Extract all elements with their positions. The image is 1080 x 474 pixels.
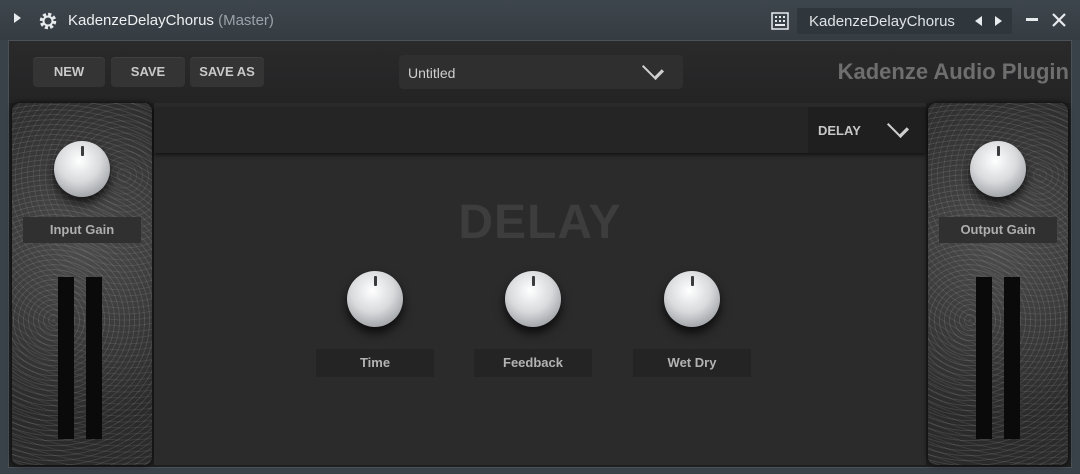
keyboard-grid-icon[interactable] xyxy=(771,12,789,30)
output-gain-label: Output Gain xyxy=(939,217,1057,243)
time-knob[interactable] xyxy=(347,271,403,327)
preset-dropdown[interactable]: Untitled xyxy=(399,55,683,89)
effect-mode-label: DELAY xyxy=(818,123,861,138)
output-panel: Output Gain xyxy=(928,103,1068,465)
knob-indicator xyxy=(80,146,84,156)
knob-indicator xyxy=(373,276,377,286)
window-title: KadenzeDelayChorus (Master) xyxy=(68,12,274,29)
input-gain-label: Input Gain xyxy=(23,217,141,243)
save-button[interactable]: SAVE xyxy=(111,57,185,87)
previous-preset-icon[interactable] xyxy=(975,16,982,26)
preset-dropdown-label: Untitled xyxy=(408,65,456,81)
window-preset-label: KadenzeDelayChorus xyxy=(809,13,955,30)
save-as-button[interactable]: SAVE AS xyxy=(190,57,264,87)
input-gain-knob[interactable] xyxy=(54,141,110,197)
feedback-label: Feedback xyxy=(474,349,592,377)
knob-indicator xyxy=(690,276,694,286)
knob-indicator xyxy=(531,276,535,286)
output-gain-knob[interactable] xyxy=(970,141,1026,197)
gear-icon[interactable] xyxy=(38,11,58,31)
next-preset-icon[interactable] xyxy=(995,16,1002,26)
brand-title: Kadenze Audio Plugin xyxy=(837,59,1069,84)
close-icon[interactable] xyxy=(1049,10,1069,30)
chevron-down-icon xyxy=(886,115,910,139)
time-label: Time xyxy=(316,349,434,377)
output-meter-right xyxy=(1004,277,1020,439)
plugin-header: NEW SAVE SAVE AS Untitled Kadenze Audio … xyxy=(9,41,1071,103)
expand-arrow-icon[interactable] xyxy=(14,13,21,23)
window-title-name: KadenzeDelayChorus xyxy=(68,12,214,29)
wet-dry-knob[interactable] xyxy=(664,271,720,327)
input-panel: Input Gain xyxy=(12,103,152,465)
wet-dry-label: Wet Dry xyxy=(633,349,751,377)
window-title-suffix: (Master) xyxy=(218,12,274,29)
effect-panel: DELAY DELAY Time Feedback Wet Dry xyxy=(154,103,926,465)
input-meter-right xyxy=(86,277,102,439)
input-meter-left xyxy=(58,277,74,439)
plugin-editor: NEW SAVE SAVE AS Untitled Kadenze Audio … xyxy=(8,40,1072,468)
window-title-bar: KadenzeDelayChorus (Master) KadenzeDelay… xyxy=(0,0,1080,40)
effect-top-strip: DELAY xyxy=(154,107,926,153)
new-button[interactable]: NEW xyxy=(33,57,105,87)
feedback-knob[interactable] xyxy=(505,271,561,327)
minimize-icon[interactable] xyxy=(1026,18,1038,21)
effect-mode-dropdown[interactable]: DELAY xyxy=(808,107,926,153)
knob-indicator xyxy=(996,146,1000,156)
window-preset-selector[interactable]: KadenzeDelayChorus xyxy=(797,8,1012,34)
section-title: DELAY xyxy=(458,196,622,249)
chevron-down-icon xyxy=(641,57,665,81)
output-meter-left xyxy=(976,277,992,439)
